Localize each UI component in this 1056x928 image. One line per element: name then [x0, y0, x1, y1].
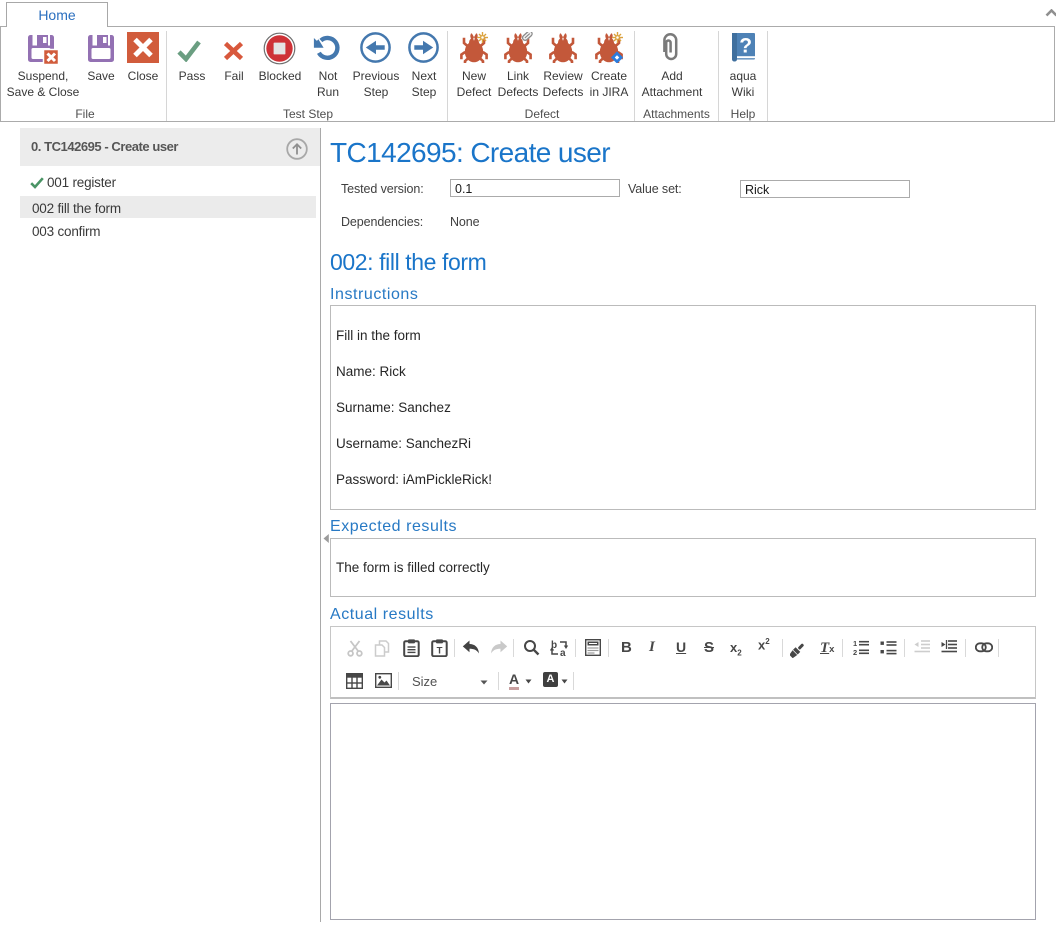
svg-text:2: 2 [853, 648, 857, 656]
svg-text:?: ? [739, 35, 752, 58]
svg-text:a: a [560, 648, 566, 657]
svg-text:1: 1 [853, 639, 857, 648]
svg-text:T: T [437, 646, 443, 657]
